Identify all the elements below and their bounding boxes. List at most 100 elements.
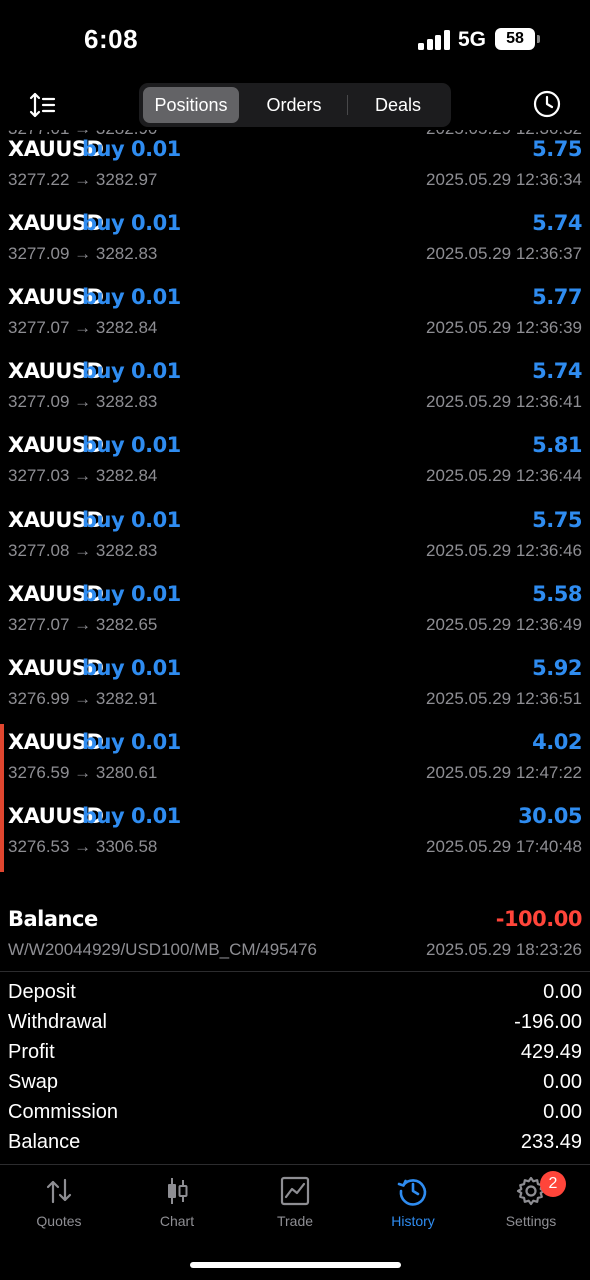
- tabbar-settings[interactable]: Settings: [472, 1175, 590, 1239]
- row-marker: [0, 723, 4, 798]
- signal-icon: [418, 30, 450, 50]
- summary-label: Withdrawal: [8, 1011, 107, 1033]
- list-item[interactable]: XAUUSD buy 0.01 5.75 3277.22 → 3282.97 2025.…: [0, 131, 590, 205]
- clock-icon[interactable]: [532, 89, 562, 119]
- deal-prices: 3277.22 → 3282.97: [8, 170, 158, 189]
- segment-divider: [347, 95, 348, 115]
- quotes-arrows-icon: [46, 1178, 72, 1204]
- balance-entry[interactable]: Balance -100.00 W/W20044929/USD100/MB_CM…: [0, 901, 590, 972]
- deal-time: 2025.05.29 12:36:37: [426, 244, 582, 264]
- header: Positions Orders Deals: [0, 80, 590, 130]
- home-indicator[interactable]: [190, 1262, 401, 1268]
- tabbar-label: Chart: [159, 1213, 195, 1229]
- summary-value: 0.00: [543, 1101, 582, 1123]
- deal-profit: 5.74: [532, 211, 582, 236]
- settings-badge: 2: [540, 1171, 566, 1197]
- tabbar-quotes[interactable]: Quotes: [0, 1175, 118, 1239]
- tabbar-history[interactable]: History: [354, 1175, 472, 1239]
- deal-prices: 3277.09 → 3282.83: [8, 244, 158, 264]
- list-item[interactable]: XAUUSD buy 0.01 5.74 3277.09 → 3282.83 2025.…: [0, 205, 590, 279]
- summary-value: 233.49: [520, 1131, 582, 1153]
- summary-label: Commission: [8, 1101, 119, 1123]
- summary-balance: Balance 233.49: [0, 1128, 590, 1158]
- summary-label: Deposit: [8, 981, 76, 1003]
- list-item[interactable]: XAUUSD buy 0.01 5.75 3277.08 → 3282.83 2025.…: [0, 502, 590, 576]
- deal-prices: 3277.03 → 3282.84: [8, 466, 158, 486]
- balance-entry-time: 2025.05.29 18:23:26: [426, 940, 582, 959]
- deal-time: 2025.05.29 12:36:41: [426, 392, 582, 412]
- tabbar-chart[interactable]: Chart: [118, 1175, 236, 1239]
- list-item[interactable]: XAUUSD buy 0.01 5.77 3277.07 → 3282.84 2025.…: [0, 279, 590, 353]
- list-item[interactable]: XAUUSD buy 0.01 5.58 3277.07 → 3282.65 2025.…: [0, 576, 590, 650]
- summary-commission: Commission 0.00: [0, 1098, 590, 1128]
- tabbar-label: Quotes: [36, 1213, 82, 1229]
- deal-profit: 5.74: [532, 359, 582, 384]
- deal-profit: 30.05: [518, 803, 582, 828]
- summary-value: 0.00: [543, 981, 582, 1003]
- deals-list[interactable]: 3277.01 → 3282.90 2025.05.29 12:36:32 XA…: [0, 130, 590, 972]
- summary-deposit: Deposit 0.00: [0, 978, 590, 1008]
- deal-prices: 3276.59 → 3280.61: [8, 762, 158, 782]
- deal-profit: 5.75: [532, 507, 582, 532]
- deal-direction: buy 0.01: [82, 433, 181, 458]
- list-item[interactable]: XAUUSD buy 0.01 30.05 3276.53 → 3306.58 2025…: [0, 797, 590, 872]
- tabbar-trade[interactable]: Trade: [236, 1175, 354, 1239]
- tab-orders[interactable]: Orders: [243, 87, 345, 123]
- deal-direction: buy 0.01: [82, 803, 181, 828]
- balance-entry-comment: W/W20044929/USD100/MB_CM/495476: [8, 940, 317, 959]
- deal-time: 2025.05.29 12:36:51: [426, 688, 582, 708]
- deal-prices: 3277.08 → 3282.83: [8, 540, 158, 560]
- summary-swap: Swap 0.00: [0, 1068, 590, 1098]
- summary-profit: Profit 429.49: [0, 1038, 590, 1068]
- summary-label: Swap: [8, 1071, 59, 1093]
- summary-label: Profit: [8, 1041, 55, 1063]
- deal-direction: buy 0.01: [82, 359, 181, 384]
- deal-prices: 3276.99 → 3282.91: [8, 688, 158, 708]
- deal-time: 2025.05.29 12:36:34: [426, 170, 582, 189]
- deal-direction: buy 0.01: [82, 729, 181, 754]
- segmented-control: Positions Orders Deals: [139, 83, 451, 127]
- deal-prices: 3277.07 → 3282.84: [8, 318, 158, 338]
- history-clock-icon: [397, 1179, 427, 1206]
- deal-direction: buy 0.01: [82, 655, 181, 680]
- deal-time: 2025.05.29 12:36:44: [426, 466, 582, 486]
- deal-direction: buy 0.01: [82, 285, 181, 310]
- deal-direction: buy 0.01: [82, 581, 181, 606]
- candlestick-icon: [168, 1178, 188, 1204]
- status-bar: 6:08 5G 58: [0, 0, 590, 80]
- deal-profit: 5.81: [532, 433, 582, 458]
- summary-value: -196.00: [514, 1011, 582, 1033]
- deal-profit: 4.02: [532, 729, 582, 754]
- deal-time: 2025.05.29 12:36:39: [426, 318, 582, 338]
- deal-time: 2025.05.29 12:36:49: [426, 614, 582, 634]
- battery-icon: 58: [495, 28, 535, 50]
- status-time: 6:08: [84, 24, 139, 54]
- list-item[interactable]: XAUUSD buy 0.01 5.92 3276.99 → 3282.91 2025.…: [0, 650, 590, 724]
- deal-profit: 5.92: [532, 655, 582, 680]
- deal-direction: buy 0.01: [82, 507, 181, 532]
- list-item[interactable]: XAUUSD buy 0.01 5.74 3277.09 → 3282.83 2025.…: [0, 353, 590, 427]
- battery-nub: [537, 35, 540, 43]
- deal-time: 2025.05.29 12:36:46: [426, 540, 582, 560]
- tabbar-label: History: [391, 1213, 435, 1229]
- deal-profit: 5.75: [532, 137, 582, 161]
- sort-icon[interactable]: [28, 90, 58, 120]
- deal-prices: 3277.07 → 3282.65: [8, 614, 158, 634]
- deal-prices: 3276.53 → 3306.58: [8, 836, 158, 856]
- list-item[interactable]: XAUUSD buy 0.01 4.02 3276.59 → 3280.61 2025.…: [0, 723, 590, 798]
- list-item[interactable]: XAUUSD buy 0.01 5.81 3277.03 → 3282.84 2025.…: [0, 427, 590, 501]
- summary-withdrawal: Withdrawal -196.00: [0, 1008, 590, 1038]
- summary-label: Balance: [8, 1131, 81, 1153]
- deal-profit: 5.77: [532, 285, 582, 310]
- tabbar-label: Trade: [276, 1213, 314, 1229]
- summary-value: 0.00: [543, 1071, 582, 1093]
- tab-deals[interactable]: Deals: [349, 87, 447, 123]
- deal-prices: 3277.09 → 3282.83: [8, 392, 158, 412]
- balance-entry-amount: -100.00: [495, 907, 583, 931]
- balance-entry-label: Balance: [8, 907, 98, 931]
- deal-direction: buy 0.01: [82, 211, 181, 236]
- tab-positions[interactable]: Positions: [143, 87, 239, 123]
- network-label: 5G: [458, 28, 487, 51]
- deal-time: 2025.05.29 17:40:48: [426, 836, 582, 856]
- deal-profit: 5.58: [532, 581, 582, 606]
